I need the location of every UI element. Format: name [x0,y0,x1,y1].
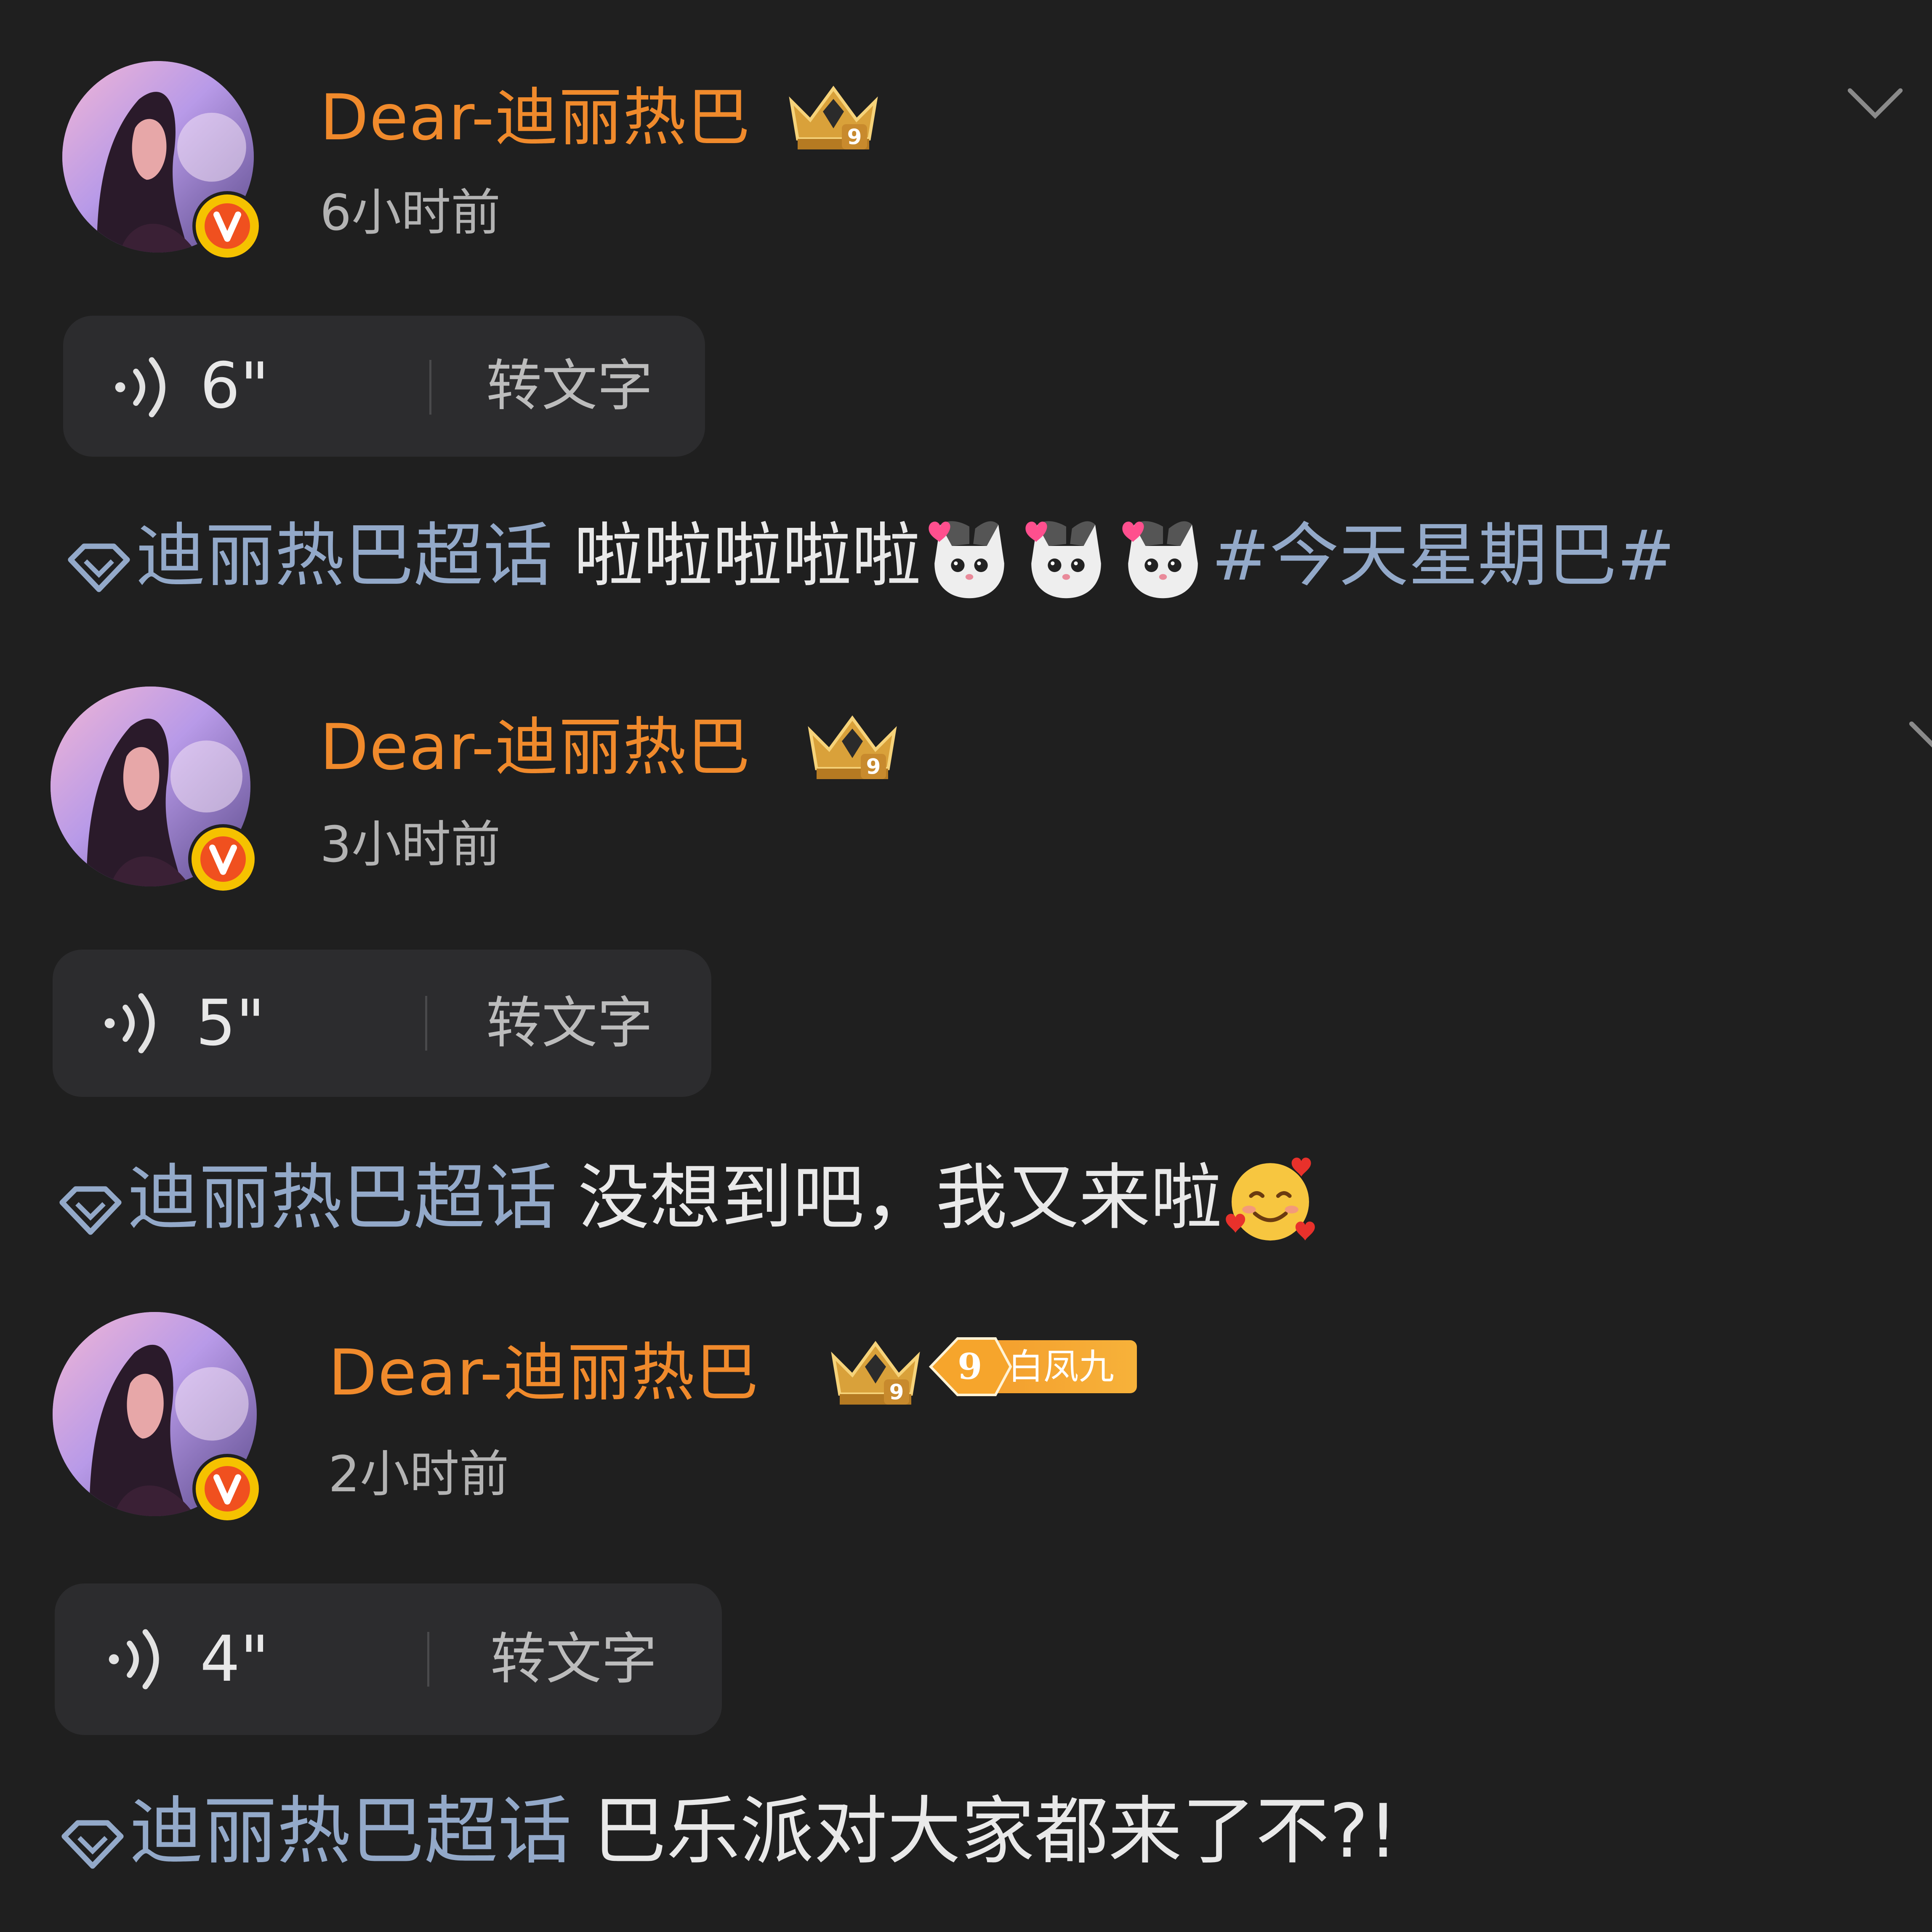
fan-level-number: 9 [958,1346,982,1387]
diamond-topic-icon [65,527,133,592]
audio-wave-icon [107,351,179,423]
diamond-topic-icon [59,1803,126,1869]
voice-message[interactable]: 6" 转文字 [63,316,705,457]
svg-text:9: 9 [889,1380,904,1405]
post-text: 啦啦啦啦啦 [574,515,921,596]
post-content: 迪丽热巴超话 巴乐派对大家都来了不?! [59,1786,1398,1878]
verified-v-icon [196,194,259,258]
post-card: Dear-迪丽热巴 9 9 白凤九 2小时前 4" 转文字 迪丽热巴超话 巴乐派… [0,1251,1932,1876]
crown-level-9-icon: 9 [800,710,905,785]
transcribe-button[interactable]: 转文字 [486,983,653,1063]
super-topic-link[interactable]: 迪丽热巴超话 [136,515,553,596]
transcribe-button[interactable]: 转文字 [486,346,653,426]
diamond-topic-icon [57,1169,124,1235]
post-feed: Dear-迪丽热巴 9 6小时前 6" 转文字 迪丽热巴超话 啦啦啦啦啦 #今天… [0,0,1932,1932]
hashtag-link[interactable]: #今天星期巴# [1211,515,1675,596]
fan-level-label: 白凤九 [1008,1346,1115,1387]
fan-level-badge[interactable]: 9 白凤九 [928,1335,1139,1398]
audio-wave-icon [101,1623,173,1695]
username[interactable]: Dear-迪丽热巴 [320,80,751,156]
chevron-down-icon[interactable] [1844,80,1907,126]
username[interactable]: Dear-迪丽热巴 [320,710,751,785]
post-content: 迪丽热巴超话 没想到吧，我又来啦 [57,1152,1319,1244]
username[interactable]: Dear-迪丽热巴 [328,1335,759,1411]
voice-divider [425,996,427,1051]
verified-v-icon [196,1457,259,1520]
cat-heart-emoji [1115,507,1211,604]
post-time: 6小时前 [320,184,501,242]
voice-divider [427,1632,429,1687]
post-text: 没想到吧，我又来啦 [578,1156,1222,1240]
crown-level-9-icon: 9 [781,80,886,156]
audio-wave-icon [97,987,168,1059]
verified-v-icon [192,828,255,891]
post-time: 3小时前 [320,815,501,873]
cat-heart-emoji [1018,507,1115,604]
post-text: 巴乐派对大家都来了不?! [593,1789,1398,1874]
voice-duration: 5" [196,987,265,1060]
crown-level-9-icon: 9 [823,1335,928,1411]
super-topic-link[interactable]: 迪丽热巴超话 [130,1789,572,1874]
smiling-face-with-hearts-emoji [1222,1150,1319,1246]
voice-message[interactable]: 5" 转文字 [53,950,711,1097]
svg-text:9: 9 [847,125,862,149]
voice-duration: 4" [200,1623,269,1696]
voice-message[interactable]: 4" 转文字 [55,1583,722,1735]
transcribe-button[interactable]: 转文字 [490,1619,657,1699]
voice-divider [429,360,431,415]
post-content: 迪丽热巴超话 啦啦啦啦啦 #今天星期巴# [65,509,1675,602]
post-card: Dear-迪丽热巴 9 3小时前 5" 转文字 迪丽热巴超话 没想到吧，我又来啦 [0,625,1932,1251]
cat-heart-emoji [921,507,1018,604]
voice-duration: 6" [200,349,269,423]
chevron-down-icon[interactable] [1905,714,1932,760]
svg-text:9: 9 [866,755,881,779]
super-topic-link[interactable]: 迪丽热巴超话 [128,1156,557,1240]
post-card: Dear-迪丽热巴 9 6小时前 6" 转文字 迪丽热巴超话 啦啦啦啦啦 #今天… [0,0,1932,625]
post-time: 2小时前 [328,1445,509,1503]
